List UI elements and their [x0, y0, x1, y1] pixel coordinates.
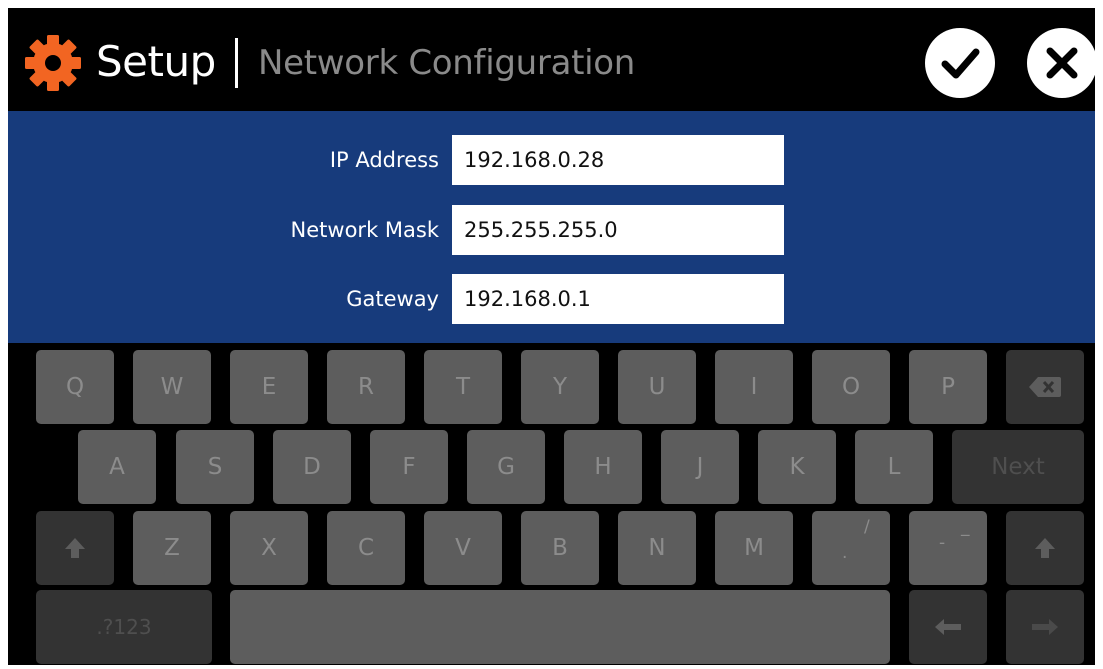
next-key[interactable]: Next	[952, 430, 1084, 504]
ip-address-row: IP Address	[8, 135, 1095, 185]
page-title: Setup	[96, 37, 216, 86]
key-u[interactable]: U	[618, 350, 696, 424]
ip-address-input[interactable]	[452, 135, 784, 185]
key-b[interactable]: B	[521, 511, 599, 585]
key-j[interactable]: J	[661, 430, 739, 504]
arrow-left-key[interactable]	[909, 590, 987, 664]
cancel-button[interactable]	[1027, 28, 1095, 98]
key-z[interactable]: Z	[133, 511, 211, 585]
key-o[interactable]: O	[812, 350, 890, 424]
arrow-right-icon	[1032, 619, 1058, 635]
key-e[interactable]: E	[230, 350, 308, 424]
key-q[interactable]: Q	[36, 350, 114, 424]
title-divider	[235, 38, 238, 88]
network-mask-input[interactable]	[452, 205, 784, 255]
header-bar: Setup Network Configuration	[8, 8, 1095, 111]
checkmark-icon	[941, 48, 980, 79]
gateway-input[interactable]	[452, 274, 784, 324]
key-p[interactable]: P	[909, 350, 987, 424]
key-period-main: .	[842, 543, 848, 563]
key-n[interactable]: N	[618, 511, 696, 585]
arrow-right-key[interactable]	[1006, 590, 1084, 664]
key-v[interactable]: V	[424, 511, 502, 585]
arrow-left-icon	[935, 619, 961, 635]
backspace-key[interactable]	[1006, 350, 1084, 424]
gateway-label: Gateway	[346, 287, 439, 311]
key-period-alt: /	[864, 517, 870, 537]
key-l[interactable]: L	[855, 430, 933, 504]
key-s[interactable]: S	[176, 430, 254, 504]
confirm-button[interactable]	[925, 28, 995, 98]
key-a[interactable]: A	[78, 430, 156, 504]
key-g[interactable]: G	[467, 430, 545, 504]
key-t[interactable]: T	[424, 350, 502, 424]
key-f[interactable]: F	[370, 430, 448, 504]
key-y[interactable]: Y	[521, 350, 599, 424]
key-m[interactable]: M	[715, 511, 793, 585]
backspace-icon	[1029, 377, 1061, 397]
network-mask-label: Network Mask	[290, 218, 439, 242]
key-h[interactable]: H	[564, 430, 642, 504]
gear-icon	[25, 35, 81, 91]
key-r[interactable]: R	[327, 350, 405, 424]
gateway-row: Gateway	[8, 274, 1095, 324]
key-i[interactable]: I	[715, 350, 793, 424]
key-k[interactable]: K	[758, 430, 836, 504]
symbols-key[interactable]: .?123	[36, 590, 212, 664]
network-mask-row: Network Mask	[8, 205, 1095, 255]
key-w[interactable]: W	[133, 350, 211, 424]
shift-key-left[interactable]	[36, 511, 114, 585]
ip-address-label: IP Address	[329, 148, 439, 172]
key-d[interactable]: D	[273, 430, 351, 504]
shift-icon	[1035, 538, 1055, 558]
key-dash[interactable]: - _	[909, 511, 987, 585]
on-screen-keyboard: Q W E R T Y U I O P A S D F G H J K L Ne…	[8, 343, 1095, 665]
key-dash-alt: _	[961, 517, 970, 537]
key-c[interactable]: C	[327, 511, 405, 585]
page-subtitle: Network Configuration	[258, 43, 636, 83]
key-dash-main: -	[939, 533, 946, 553]
shift-key-right[interactable]	[1006, 511, 1084, 585]
key-x[interactable]: X	[230, 511, 308, 585]
app-window: Setup Network Configuration IP Address N…	[8, 8, 1095, 665]
key-period[interactable]: . /	[812, 511, 890, 585]
space-key[interactable]	[230, 590, 890, 664]
close-icon	[1046, 47, 1078, 79]
network-form: IP Address Network Mask Gateway	[8, 111, 1095, 343]
shift-icon	[65, 538, 85, 558]
